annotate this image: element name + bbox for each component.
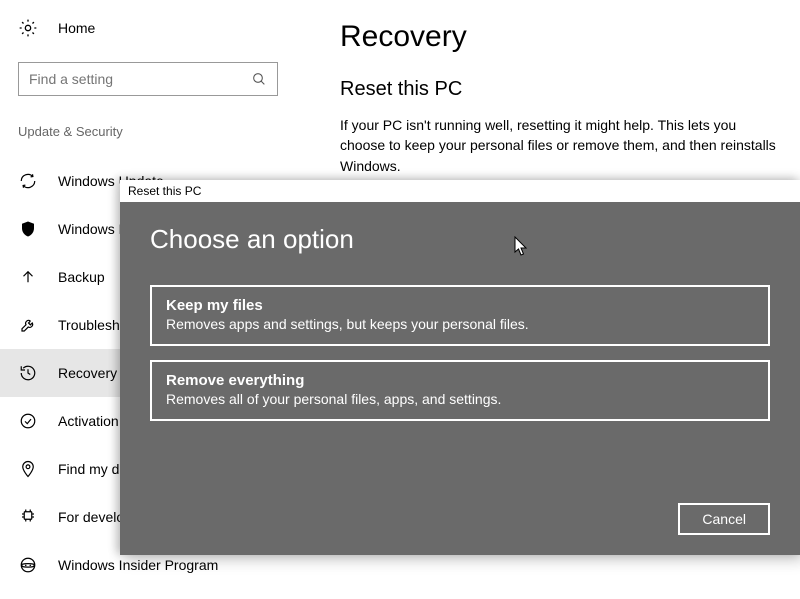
- check-circle-icon: [18, 412, 38, 430]
- option-description: Removes apps and settings, but keeps you…: [166, 316, 754, 332]
- dialog-heading: Choose an option: [150, 224, 770, 255]
- gear-icon: [18, 18, 38, 38]
- history-icon: [18, 364, 38, 382]
- home-label: Home: [58, 20, 95, 36]
- option-description: Removes all of your personal files, apps…: [166, 391, 754, 407]
- section-label: Update & Security: [18, 124, 320, 139]
- home-link[interactable]: Home: [18, 18, 320, 38]
- search-input[interactable]: [29, 71, 251, 87]
- option-remove-everything[interactable]: Remove everything Removes all of your pe…: [150, 360, 770, 421]
- sidebar-item-label: Backup: [58, 269, 105, 285]
- section-subheading: Reset this PC: [340, 78, 776, 101]
- cancel-button[interactable]: Cancel: [678, 503, 770, 535]
- option-keep-my-files[interactable]: Keep my files Removes apps and settings,…: [150, 285, 770, 346]
- sidebar-item-label: Recovery: [58, 365, 117, 381]
- option-title: Remove everything: [166, 372, 754, 389]
- developer-icon: [18, 508, 38, 526]
- section-description: If your PC isn't running well, resetting…: [340, 115, 776, 176]
- sidebar-item-label: Windows Insider Program: [58, 557, 218, 573]
- sync-icon: [18, 172, 38, 190]
- page-title: Recovery: [340, 20, 776, 54]
- option-title: Keep my files: [166, 297, 754, 314]
- reset-pc-dialog: Reset this PC Choose an option Keep my f…: [120, 180, 800, 555]
- sidebar-item-label: Activation: [58, 413, 119, 429]
- search-icon: [251, 71, 267, 87]
- dialog-title: Reset this PC: [120, 180, 800, 202]
- location-icon: [18, 460, 38, 478]
- dialog-body: Choose an option Keep my files Removes a…: [120, 202, 800, 555]
- wrench-icon: [18, 316, 38, 334]
- shield-icon: [18, 220, 38, 238]
- upload-icon: [18, 268, 38, 286]
- search-box[interactable]: [18, 62, 278, 96]
- ninja-icon: [18, 556, 38, 574]
